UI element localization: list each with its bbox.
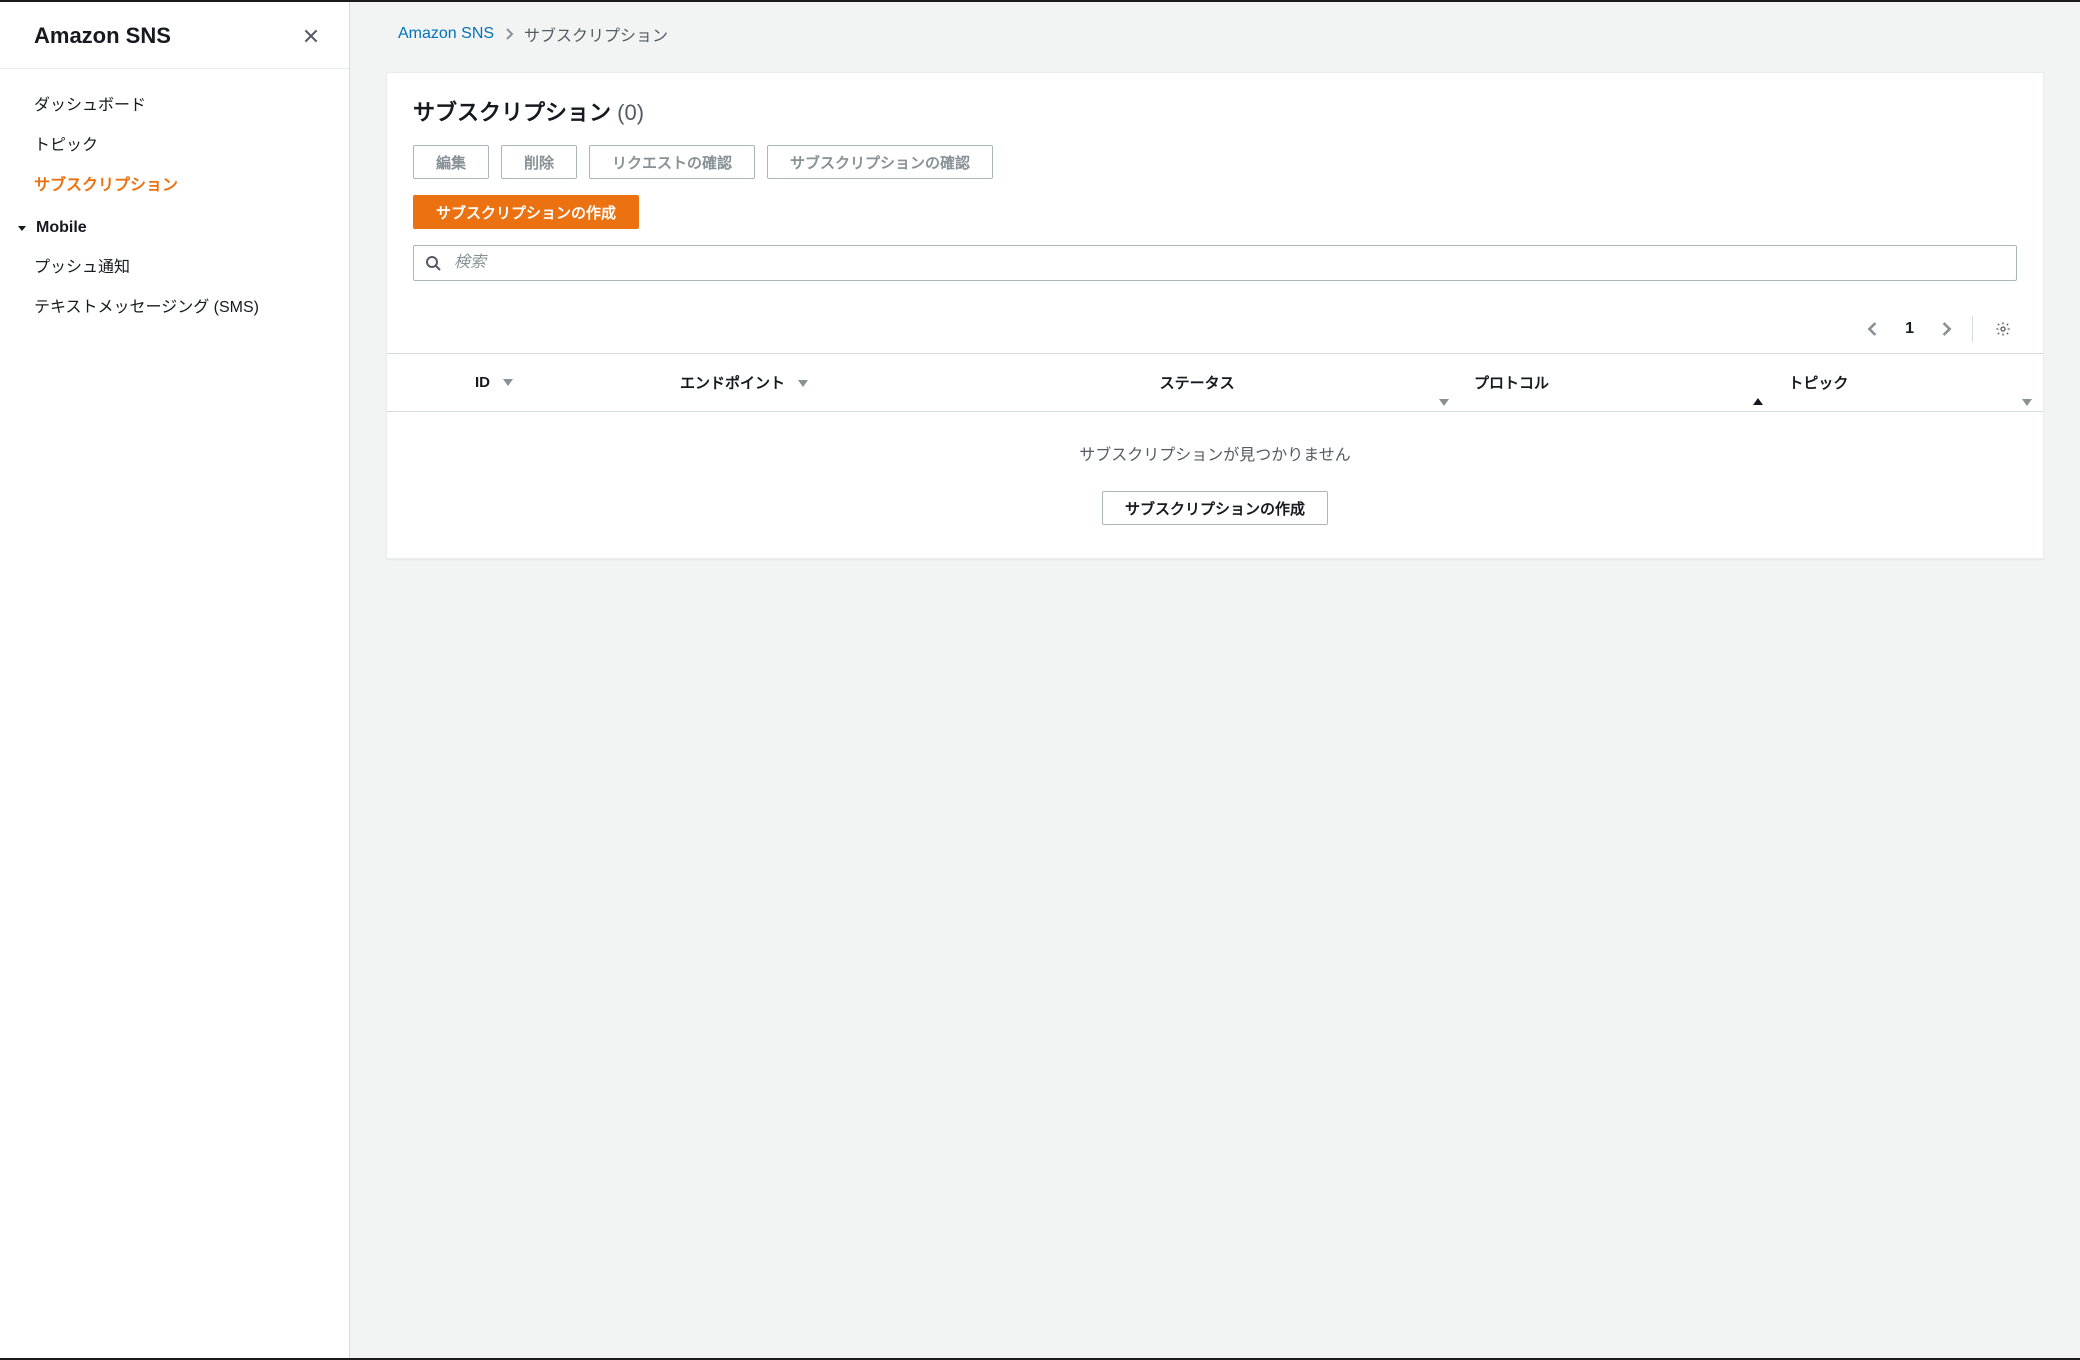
search-input[interactable] xyxy=(413,245,2017,281)
pager: 1 xyxy=(387,301,2043,353)
page-title-count: (0) xyxy=(617,100,644,125)
table-head: ID エンドポイント ステータス xyxy=(387,354,2043,412)
main: Amazon SNS サブスクリプション サブスクリプション (0) 編集 削除… xyxy=(350,2,2080,1358)
settings-button[interactable] xyxy=(1989,315,2017,343)
column-id[interactable]: ID xyxy=(461,354,666,412)
breadcrumb-current: サブスクリプション xyxy=(524,22,668,46)
search-icon xyxy=(425,255,441,271)
sort-asc-icon xyxy=(1752,397,1764,407)
pager-divider xyxy=(1972,316,1973,342)
column-endpoint[interactable]: エンドポイント xyxy=(666,354,1146,412)
sidebar-nav: ダッシュボード トピック サブスクリプション xyxy=(0,69,349,203)
primary-action-row: サブスクリプションの作成 xyxy=(413,195,2017,229)
subscriptions-table: ID エンドポイント ステータス xyxy=(387,353,2043,558)
sidebar-close-button[interactable] xyxy=(297,22,325,50)
sidebar: Amazon SNS ダッシュボード トピック サブスクリプション Mobile… xyxy=(0,2,350,1358)
sidebar-item-sms[interactable]: テキストメッセージング (SMS) xyxy=(0,285,349,325)
chevron-left-icon xyxy=(1867,320,1879,338)
sort-icon xyxy=(2021,397,2033,407)
pager-page-number: 1 xyxy=(1895,320,1924,338)
chevron-right-icon xyxy=(504,27,514,41)
column-endpoint-label: エンドポイント xyxy=(680,375,785,392)
action-buttons: 編集 削除 リクエストの確認 サブスクリプションの確認 xyxy=(413,145,2017,179)
empty-message: サブスクリプションが見つかりません xyxy=(388,413,2042,475)
page-title-text: サブスクリプション xyxy=(413,100,611,125)
column-select xyxy=(387,354,461,412)
subscriptions-card: サブスクリプション (0) 編集 削除 リクエストの確認 サブスクリプションの確… xyxy=(386,72,2044,559)
table-body: サブスクリプションが見つかりません サブスクリプションの作成 xyxy=(387,412,2043,559)
pager-prev-button[interactable] xyxy=(1859,315,1887,343)
sort-icon xyxy=(502,374,514,391)
service-title: Amazon SNS xyxy=(34,23,171,49)
sidebar-item-subscriptions[interactable]: サブスクリプション xyxy=(0,163,349,203)
chevron-right-icon xyxy=(1940,320,1952,338)
close-icon xyxy=(302,27,320,45)
search-wrap xyxy=(413,245,2017,281)
column-id-label: ID xyxy=(475,374,490,391)
breadcrumb-root[interactable]: Amazon SNS xyxy=(398,25,494,43)
edit-button[interactable]: 編集 xyxy=(413,145,489,179)
gear-icon xyxy=(1995,319,2011,339)
sidebar-header: Amazon SNS xyxy=(0,2,349,69)
column-status[interactable]: ステータス xyxy=(1146,354,1460,412)
empty-create-subscription-button[interactable]: サブスクリプションの作成 xyxy=(1102,491,1328,525)
pager-next-button[interactable] xyxy=(1932,315,1960,343)
column-protocol-label: プロトコル xyxy=(1474,375,1549,392)
column-topic[interactable]: トピック xyxy=(1774,354,2043,412)
sidebar-item-dashboard[interactable]: ダッシュボード xyxy=(0,83,349,123)
column-protocol[interactable]: プロトコル xyxy=(1460,354,1774,412)
empty-action: サブスクリプションの作成 xyxy=(388,475,2042,557)
breadcrumb: Amazon SNS サブスクリプション xyxy=(350,2,2080,58)
sort-icon xyxy=(797,375,809,392)
app-root: Amazon SNS ダッシュボード トピック サブスクリプション Mobile… xyxy=(0,0,2080,1360)
sidebar-item-push[interactable]: プッシュ通知 xyxy=(0,245,349,285)
column-topic-label: トピック xyxy=(1788,375,1848,392)
card-header: サブスクリプション (0) 編集 削除 リクエストの確認 サブスクリプションの確… xyxy=(387,73,2043,301)
create-subscription-button[interactable]: サブスクリプションの作成 xyxy=(413,195,639,229)
confirm-subscription-button[interactable]: サブスクリプションの確認 xyxy=(767,145,993,179)
sidebar-section-label: Mobile xyxy=(36,219,87,237)
confirm-request-button[interactable]: リクエストの確認 xyxy=(589,145,755,179)
sidebar-nav-mobile: プッシュ通知 テキストメッセージング (SMS) xyxy=(0,245,349,325)
page-title: サブスクリプション (0) xyxy=(413,95,2017,127)
column-status-label: ステータス xyxy=(1160,375,1235,392)
sort-icon xyxy=(1438,397,1450,407)
delete-button[interactable]: 削除 xyxy=(501,145,577,179)
sidebar-item-topics[interactable]: トピック xyxy=(0,123,349,163)
sidebar-section-mobile[interactable]: Mobile xyxy=(0,203,349,245)
chevron-down-icon xyxy=(16,222,28,234)
